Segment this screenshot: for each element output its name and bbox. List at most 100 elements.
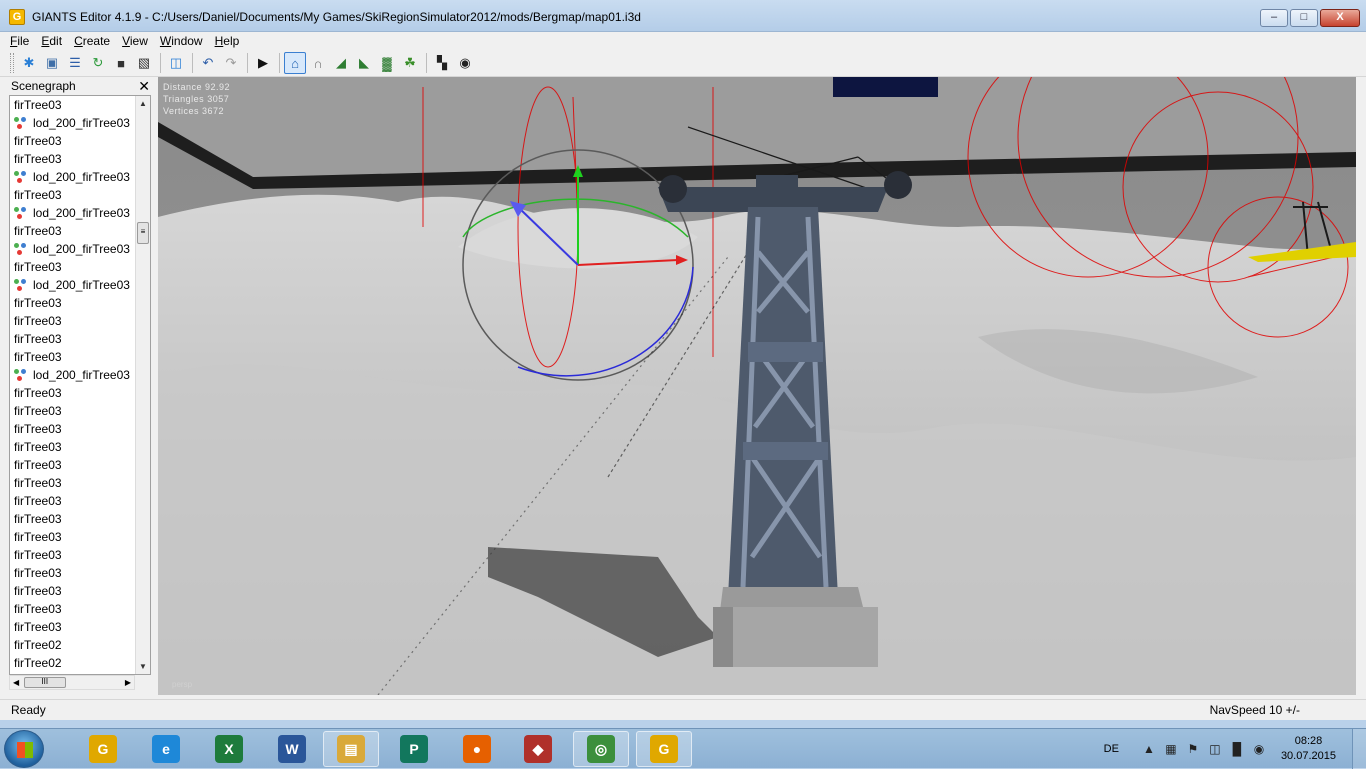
- title-bar[interactable]: G GIANTS Editor 4.1.9 - C:/Users/Daniel/…: [0, 0, 1366, 32]
- new-icon[interactable]: ✱: [18, 52, 40, 74]
- clock-date: 30.07.2015: [1280, 750, 1336, 762]
- taskbar-word-button[interactable]: W: [264, 731, 320, 767]
- scenegraph-item[interactable]: firTree03: [10, 510, 136, 528]
- redo-icon[interactable]: ↷: [220, 52, 242, 74]
- scroll-thumb[interactable]: ≡: [137, 222, 149, 244]
- scenegraph-item[interactable]: firTree02: [10, 654, 136, 672]
- menu-window[interactable]: Window: [160, 34, 203, 48]
- minimize-button[interactable]: –: [1260, 9, 1288, 27]
- scroll-left-icon[interactable]: ◀: [13, 678, 19, 687]
- 3d-viewport[interactable]: Distance 92.92 Triangles 3057 Vertices 367…: [158, 77, 1356, 695]
- taskbar-game-button[interactable]: ◆: [510, 731, 566, 767]
- terrain-paint-icon[interactable]: ▓: [376, 52, 398, 74]
- scenegraph-item[interactable]: firTree03: [10, 600, 136, 618]
- reload-icon[interactable]: ↻: [87, 52, 109, 74]
- scenegraph-item[interactable]: firTree03: [10, 384, 136, 402]
- scroll-up-icon[interactable]: ▲: [136, 96, 150, 111]
- scenegraph-item[interactable]: firTree03: [10, 186, 136, 204]
- save-as-icon[interactable]: ▧: [133, 52, 155, 74]
- scenegraph-item[interactable]: firTree03: [10, 222, 136, 240]
- scenegraph-item[interactable]: lod_200_firTree03: [10, 240, 136, 258]
- foliage-icon[interactable]: ☘: [399, 52, 421, 74]
- scenegraph-item[interactable]: firTree03: [10, 564, 136, 582]
- scenegraph-item[interactable]: firTree03: [10, 150, 136, 168]
- scenegraph-item[interactable]: firTree03: [10, 618, 136, 636]
- scenegraph-item-label: firTree03: [14, 620, 62, 634]
- taskbar-chrome-button[interactable]: ◎: [573, 731, 629, 767]
- scenegraph-item[interactable]: lod_200_firTree03: [10, 366, 136, 384]
- scenegraph-item-label: firTree03: [14, 98, 62, 112]
- flag-icon[interactable]: ⚑: [1185, 742, 1201, 756]
- scenegraph-vertical-scrollbar[interactable]: ▲ ≡ ▼: [135, 96, 150, 674]
- export-icon[interactable]: ◫: [165, 52, 187, 74]
- scenegraph-item[interactable]: firTree03: [10, 258, 136, 276]
- home-icon[interactable]: ⌂: [284, 52, 306, 74]
- start-button[interactable]: [4, 730, 44, 768]
- undo-icon[interactable]: ↶: [197, 52, 219, 74]
- network-icon[interactable]: █: [1229, 742, 1245, 756]
- taskbar-explorer-button[interactable]: ▤: [323, 731, 379, 767]
- clock[interactable]: 08:28 30.07.2015: [1281, 734, 1336, 764]
- taskbar-firefox-button[interactable]: ●: [449, 731, 505, 767]
- taskbar-publisher-button[interactable]: P: [386, 731, 442, 767]
- scenegraph-item[interactable]: lod_200_firTree03: [10, 204, 136, 222]
- scenegraph-item[interactable]: firTree03: [10, 474, 136, 492]
- scenegraph-item[interactable]: firTree03: [10, 420, 136, 438]
- show-desktop-button[interactable]: [1352, 729, 1366, 769]
- editor-window: G GIANTS Editor 4.1.9 - C:/Users/Daniel/…: [0, 0, 1366, 720]
- action-center-icon[interactable]: ▦: [1163, 742, 1179, 756]
- taskbar-publisher-icon: P: [400, 735, 428, 763]
- taskbar-ie-button[interactable]: e: [138, 731, 194, 767]
- taskbar-giants-editor-button[interactable]: G: [636, 731, 692, 767]
- stat-value: 3057: [207, 94, 230, 104]
- scenegraph-item[interactable]: firTree03: [10, 348, 136, 366]
- volume-icon[interactable]: ◉: [1251, 742, 1267, 756]
- save-icon[interactable]: ■: [110, 52, 132, 74]
- scenegraph-item[interactable]: firTree03: [10, 546, 136, 564]
- scenegraph-item[interactable]: firTree03: [10, 528, 136, 546]
- scenegraph-item[interactable]: lod_200_firTree03: [10, 114, 136, 132]
- scenegraph-item[interactable]: firTree03: [10, 492, 136, 510]
- maximize-button[interactable]: □: [1290, 9, 1318, 27]
- scenegraph-item[interactable]: firTree03: [10, 312, 136, 330]
- system-tray: DE ▲ ▦ ⚑ ◫ █ ◉ 08:28 30.07.2015: [1104, 729, 1366, 769]
- menu-edit[interactable]: Edit: [41, 34, 62, 48]
- close-button[interactable]: X: [1320, 9, 1360, 27]
- magnet-icon[interactable]: ∩: [307, 52, 329, 74]
- scenegraph-item[interactable]: firTree02: [10, 636, 136, 654]
- scenegraph-item[interactable]: firTree03: [10, 96, 136, 114]
- render-icon[interactable]: ◉: [454, 52, 476, 74]
- menu-help[interactable]: Help: [215, 34, 240, 48]
- scenegraph-item[interactable]: firTree03: [10, 330, 136, 348]
- scenegraph-item[interactable]: lod_200_firTree03: [10, 168, 136, 186]
- checker-icon[interactable]: ▚: [431, 52, 453, 74]
- scenegraph-item[interactable]: firTree03: [10, 438, 136, 456]
- scenegraph-item[interactable]: firTree03: [10, 582, 136, 600]
- toolbar-grip[interactable]: [10, 53, 14, 73]
- terrain-smooth-icon[interactable]: ◣: [353, 52, 375, 74]
- import-icon[interactable]: ☰: [64, 52, 86, 74]
- terrain-raise-icon[interactable]: ◢: [330, 52, 352, 74]
- stat-value: 92.92: [205, 82, 231, 92]
- horizontal-scroll-thumb[interactable]: III: [23, 677, 66, 688]
- scenegraph-horizontal-scrollbar[interactable]: ◀ III ▶: [9, 675, 135, 690]
- scenegraph-item[interactable]: firTree03: [10, 132, 136, 150]
- power-icon[interactable]: ◫: [1207, 742, 1223, 756]
- scenegraph-close-icon[interactable]: ✕: [138, 79, 150, 93]
- scenegraph-tree[interactable]: firTree03 lod_200_firTree03 firTree03 firTr…: [9, 95, 151, 675]
- scenegraph-item[interactable]: firTree03: [10, 456, 136, 474]
- scenegraph-item[interactable]: firTree03: [10, 294, 136, 312]
- scenegraph-item[interactable]: firTree03: [10, 402, 136, 420]
- scenegraph-item[interactable]: lod_200_firTree03: [10, 276, 136, 294]
- language-indicator[interactable]: DE: [1104, 743, 1119, 755]
- taskbar-giants-button[interactable]: G: [75, 731, 131, 767]
- open-icon[interactable]: ▣: [41, 52, 63, 74]
- menu-file[interactable]: File: [10, 34, 29, 48]
- menu-create[interactable]: Create: [74, 34, 110, 48]
- play-icon[interactable]: ▶: [252, 52, 274, 74]
- taskbar-excel-button[interactable]: X: [201, 731, 257, 767]
- scroll-down-icon[interactable]: ▼: [136, 659, 150, 674]
- show-hidden-icons-icon[interactable]: ▲: [1141, 742, 1157, 756]
- menu-view[interactable]: View: [122, 34, 148, 48]
- scroll-right-icon[interactable]: ▶: [125, 678, 131, 687]
